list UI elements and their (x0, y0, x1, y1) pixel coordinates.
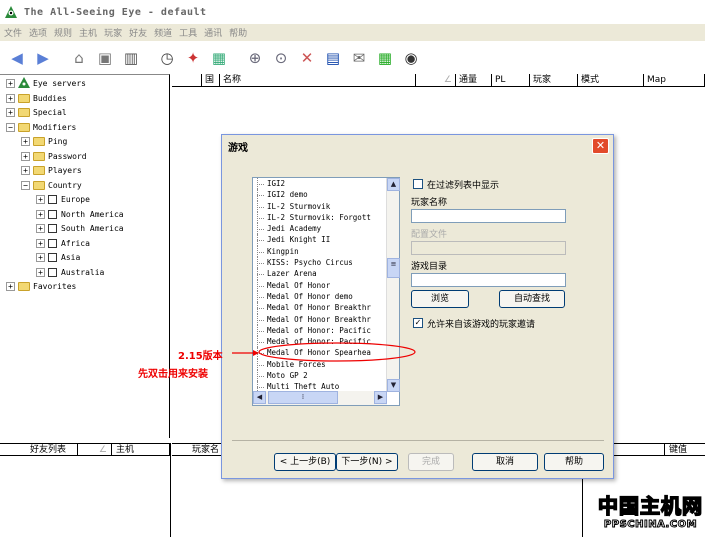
version-annotation: 2.15版本 (178, 351, 223, 362)
annotation-arrowhead (253, 350, 259, 356)
install-hint-annotation: 先双击用来安装 (138, 369, 208, 380)
selection-highlight-ellipse (258, 342, 416, 362)
annotation-overlay (232, 342, 416, 362)
